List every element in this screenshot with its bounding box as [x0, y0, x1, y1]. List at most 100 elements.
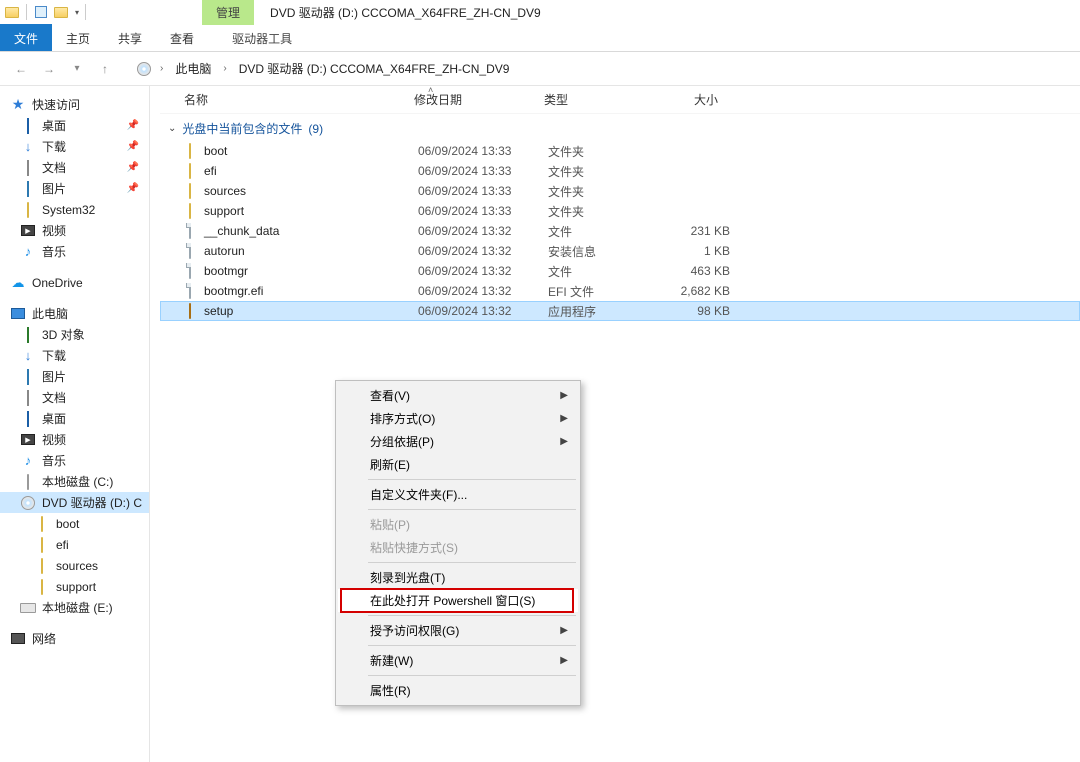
file-row[interactable]: __chunk_data06/09/2024 13:32文件231 KB [160, 221, 1080, 241]
context-menu-item[interactable]: 查看(V)▶ [338, 384, 578, 407]
tree-pc-item[interactable]: ↓下载 [0, 345, 149, 366]
navigation-bar: ← → ▾ ↑ › 此电脑 › DVD 驱动器 (D:) CCCOMA_X64F… [0, 52, 1080, 86]
tab-home[interactable]: 主页 [52, 24, 104, 51]
tree-pc-item[interactable]: 桌面 [0, 408, 149, 429]
file-name: autorun [204, 244, 410, 258]
file-row[interactable]: bootmgr.efi06/09/2024 13:32EFI 文件2,682 K… [160, 281, 1080, 301]
file-name: __chunk_data [204, 224, 410, 238]
tree-dvd-child[interactable]: sources [0, 555, 149, 576]
context-menu-separator [368, 509, 576, 510]
tree-pc-item[interactable]: 文档 [0, 387, 149, 408]
tree-dvd-child[interactable]: support [0, 576, 149, 597]
file-type: 文件夹 [540, 203, 650, 220]
tree-quick-item[interactable]: 文档📌 [0, 157, 149, 178]
file-date: 06/09/2024 13:32 [410, 224, 540, 238]
tree-pc-item[interactable]: 3D 对象 [0, 324, 149, 345]
context-menu-item[interactable]: 自定义文件夹(F)... [338, 483, 578, 506]
breadcrumb-this-pc[interactable]: 此电脑 [171, 58, 215, 79]
tab-share[interactable]: 共享 [104, 24, 156, 51]
tree-quick-access[interactable]: ★ 快速访问 [0, 94, 149, 115]
document-icon [27, 161, 29, 175]
file-size: 98 KB [650, 304, 730, 318]
file-row[interactable]: efi06/09/2024 13:33文件夹 [160, 161, 1080, 181]
context-menu-item[interactable]: 属性(R) [338, 679, 578, 702]
tree-this-pc[interactable]: 此电脑 [0, 303, 149, 324]
contextual-tab-manage[interactable]: 管理 [202, 0, 254, 25]
tree-network[interactable]: 网络 [0, 628, 149, 649]
context-menu-separator [368, 675, 576, 676]
tree-label: 桌面 [42, 117, 66, 134]
file-row[interactable]: setup06/09/2024 13:32应用程序98 KB [160, 301, 1080, 321]
context-menu-item[interactable]: 排序方式(O)▶ [338, 407, 578, 430]
file-row[interactable]: support06/09/2024 13:33文件夹 [160, 201, 1080, 221]
column-headers: ˄ 名称 修改日期 类型 大小 [160, 86, 1080, 114]
tree-pc-item[interactable]: 本地磁盘 (C:) [0, 471, 149, 492]
music-icon: ♪ [25, 244, 32, 259]
tree-quick-item[interactable]: 图片📌 [0, 178, 149, 199]
tree-drive-e[interactable]: 本地磁盘 (E:) [0, 597, 149, 618]
chevron-right-icon: ▶ [560, 625, 568, 636]
context-menu-item[interactable]: 分组依据(P)▶ [338, 430, 578, 453]
breadcrumb-location[interactable]: DVD 驱动器 (D:) CCCOMA_X64FRE_ZH-CN_DV9 [235, 58, 514, 79]
context-menu-separator [368, 479, 576, 480]
tree-pc-item[interactable]: 图片 [0, 366, 149, 387]
column-header-name[interactable]: 名称 [176, 87, 406, 112]
file-name: boot [204, 144, 410, 158]
download-icon: ↓ [25, 139, 32, 154]
ribbon-tabs: 文件 主页 共享 查看 驱动器工具 [0, 24, 1080, 52]
file-row[interactable]: sources06/09/2024 13:33文件夹 [160, 181, 1080, 201]
tree-onedrive[interactable]: ☁ OneDrive [0, 272, 149, 293]
tree-quick-item[interactable]: ↓下载📌 [0, 136, 149, 157]
context-menu-item[interactable]: 新建(W)▶ [338, 649, 578, 672]
file-icon [189, 224, 191, 238]
tree-pc-item[interactable]: ▶视频 [0, 429, 149, 450]
context-menu-item[interactable]: 在此处打开 Powershell 窗口(S) [338, 589, 578, 612]
breadcrumb-sep-icon[interactable]: › [221, 63, 228, 74]
file-row[interactable]: bootmgr06/09/2024 13:32文件463 KB [160, 261, 1080, 281]
file-list-pane[interactable]: ˄ 名称 修改日期 类型 大小 ⌄ 光盘中当前包含的文件 (9) boot06/… [150, 86, 1080, 762]
qat-dropdown-icon[interactable]: ▾ [75, 8, 79, 17]
file-date: 06/09/2024 13:32 [410, 244, 540, 258]
tab-view[interactable]: 查看 [156, 24, 208, 51]
nav-history-dropdown[interactable]: ▾ [66, 58, 88, 80]
tree-quick-item[interactable]: ♪音乐 [0, 241, 149, 262]
context-menu-label: 粘贴(P) [370, 516, 410, 533]
context-menu-item[interactable]: 刻录到光盘(T) [338, 566, 578, 589]
group-header[interactable]: ⌄ 光盘中当前包含的文件 (9) [160, 114, 1080, 141]
tree-dvd-child[interactable]: efi [0, 534, 149, 555]
tree-quick-item[interactable]: System32 [0, 199, 149, 220]
qat-properties-icon[interactable] [33, 4, 49, 20]
pc-icon [10, 306, 26, 322]
tree-dvd-child[interactable]: boot [0, 513, 149, 534]
file-icon [189, 264, 191, 278]
column-header-size[interactable]: 大小 [646, 87, 726, 112]
breadcrumb-sep-icon[interactable]: › [158, 63, 165, 74]
tree-quick-item[interactable]: 桌面📌 [0, 115, 149, 136]
context-menu-item[interactable]: 刷新(E) [338, 453, 578, 476]
navigation-tree[interactable]: ★ 快速访问 桌面📌↓下载📌文档📌图片📌System32▶视频♪音乐 ☁ One… [0, 86, 150, 762]
file-type: 应用程序 [540, 303, 650, 320]
tab-drive-tools[interactable]: 驱动器工具 [222, 24, 302, 51]
cloud-icon: ☁ [10, 275, 26, 291]
tab-file[interactable]: 文件 [0, 24, 52, 51]
column-header-type[interactable]: 类型 [536, 87, 646, 112]
nav-back-button[interactable]: ← [10, 58, 32, 80]
tree-quick-item[interactable]: ▶视频 [0, 220, 149, 241]
tree-dvd-drive[interactable]: DVD 驱动器 (D:) C [0, 492, 149, 513]
file-date: 06/09/2024 13:33 [410, 184, 540, 198]
file-row[interactable]: autorun06/09/2024 13:32安装信息1 KB [160, 241, 1080, 261]
nav-forward-button[interactable]: → [38, 58, 60, 80]
context-menu-label: 排序方式(O) [370, 410, 435, 427]
tree-pc-item[interactable]: ♪音乐 [0, 450, 149, 471]
chevron-right-icon: ▶ [560, 436, 568, 447]
qat-newfolder-icon[interactable] [53, 4, 69, 20]
group-title: 光盘中当前包含的文件 [182, 120, 302, 137]
address-bar-icon[interactable] [136, 61, 152, 77]
context-menu-item[interactable]: 授予访问权限(G)▶ [338, 619, 578, 642]
nav-up-button[interactable]: ↑ [94, 58, 116, 80]
file-row[interactable]: boot06/09/2024 13:33文件夹 [160, 141, 1080, 161]
column-header-date[interactable]: 修改日期 [406, 87, 536, 112]
tree-label: 3D 对象 [42, 326, 85, 343]
divider [26, 4, 27, 20]
desktop-icon [27, 412, 29, 426]
